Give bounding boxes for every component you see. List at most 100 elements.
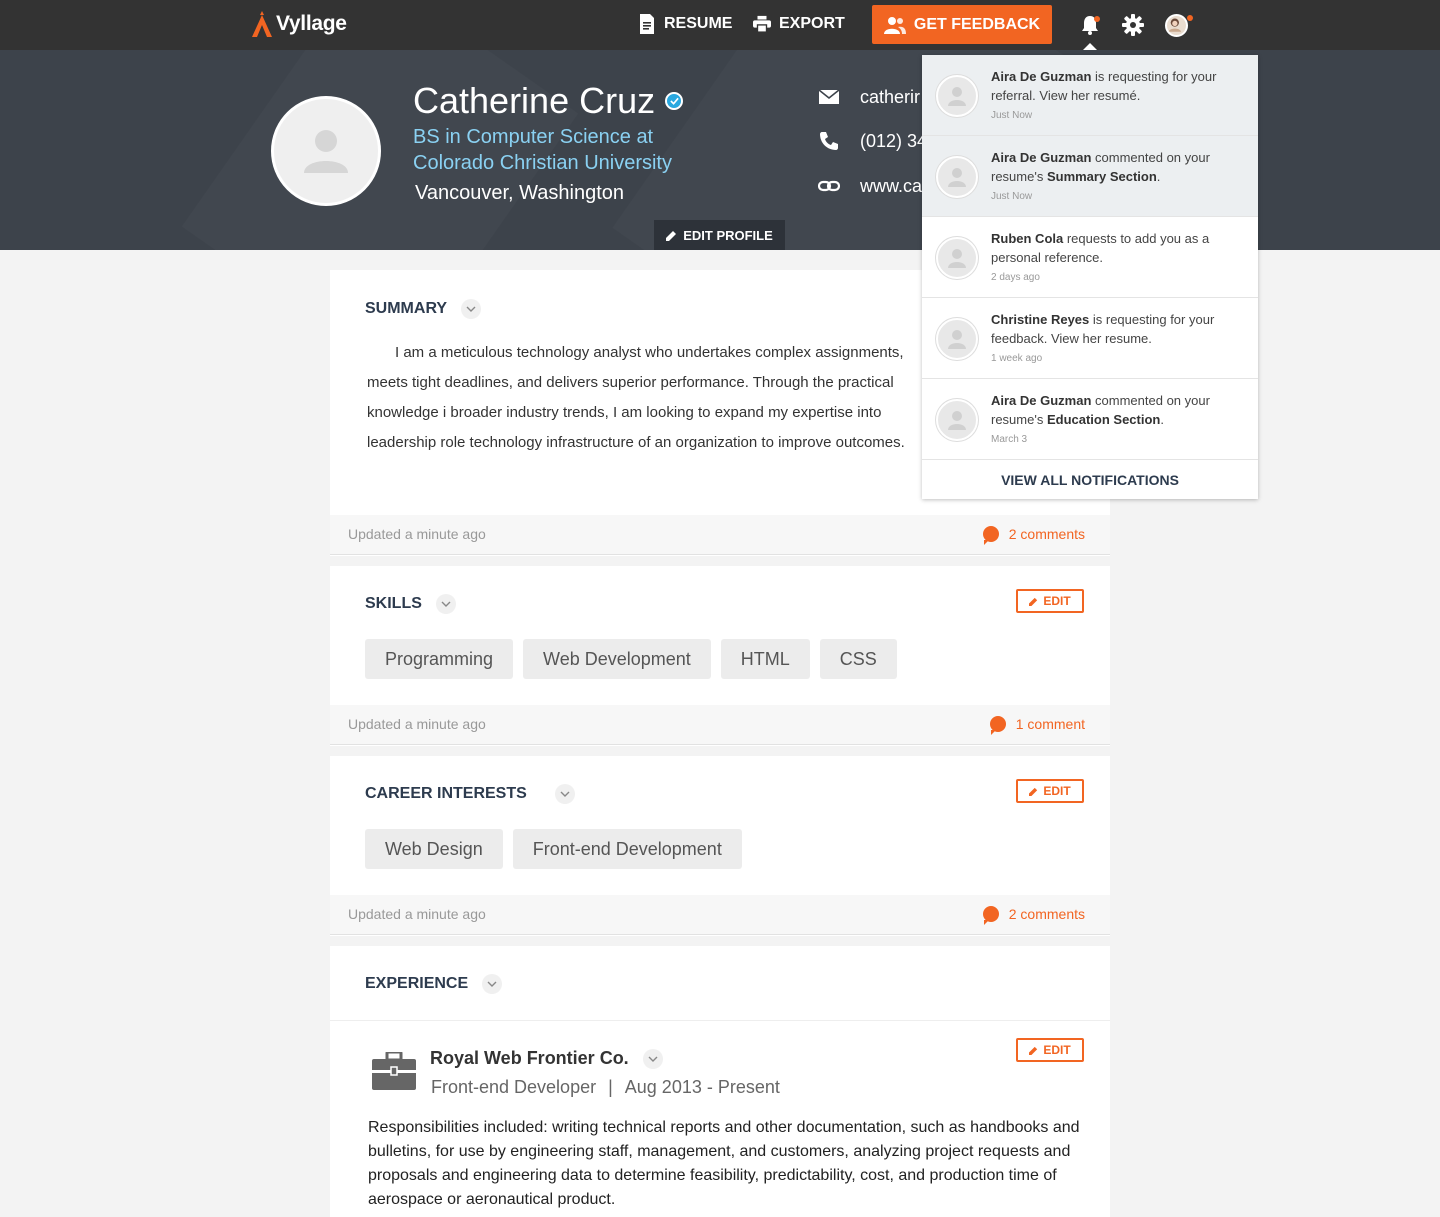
notification-avatar-icon	[936, 156, 978, 198]
experience-card: EXPERIENCE Royal Web Frontier Co. Front-…	[330, 946, 1110, 1217]
career-tag: Web Design	[365, 829, 503, 869]
view-all-notifications-link[interactable]: VIEW ALL NOTIFICATIONS	[922, 460, 1258, 499]
career-edit-label: EDIT	[1043, 784, 1071, 798]
notification-avatar-icon	[936, 399, 978, 441]
notification-item[interactable]: Christine Reyes is requesting for your f…	[922, 298, 1258, 379]
skills-footer: Updated a minute ago 1 comment	[330, 705, 1110, 745]
experience-role-row: Front-end Developer | Aug 2013 - Present	[431, 1077, 780, 1098]
career-title: CAREER INTERESTS	[365, 785, 527, 802]
chevron-down-icon	[487, 981, 497, 987]
resume-label: RESUME	[664, 15, 733, 32]
experience-edit-label: EDIT	[1043, 1043, 1071, 1057]
career-tags: Web Design Front-end Development	[365, 829, 742, 869]
chevron-down-icon	[441, 601, 451, 607]
experience-item-toggle[interactable]	[642, 1048, 663, 1069]
notification-item[interactable]: Ruben Cola requests to add you as a pers…	[922, 217, 1258, 298]
pencil-icon	[1029, 597, 1038, 606]
notification-message-end: .	[1156, 169, 1161, 184]
profile-avatar[interactable]	[271, 96, 381, 206]
contact-email[interactable]: catherir	[818, 86, 920, 108]
skills-comments-count: 1 comment	[1015, 716, 1085, 732]
link-icon	[818, 180, 840, 192]
summary-comments-count: 2 comments	[1008, 526, 1085, 542]
skill-tag: Web Development	[523, 639, 711, 679]
career-comments-link[interactable]: 2 comments	[982, 906, 1085, 925]
pencil-icon	[666, 230, 677, 241]
user-photo-icon	[1168, 18, 1182, 32]
career-edit-button[interactable]: EDIT	[1016, 779, 1084, 803]
notification-text: Ruben Cola requests to add you as a pers…	[991, 229, 1241, 267]
notifications-bell[interactable]	[1078, 13, 1102, 37]
notification-time: March 3	[991, 434, 1028, 445]
person-placeholder-icon	[304, 130, 348, 173]
contact-phone[interactable]: (012) 34	[818, 130, 927, 152]
experience-dates: Aug 2013 - Present	[624, 1077, 780, 1097]
document-icon	[640, 14, 654, 34]
comment-bubble-icon	[982, 906, 999, 925]
notification-text: Aira De Guzman commented on your resume'…	[991, 148, 1241, 186]
profile-name: Catherine Cruz	[413, 80, 656, 121]
export-link[interactable]: EXPORT	[753, 14, 845, 34]
summary-updated: Updated a minute ago	[348, 526, 486, 542]
skills-edit-button[interactable]: EDIT	[1016, 589, 1084, 613]
career-tag: Front-end Development	[512, 829, 742, 869]
contact-website[interactable]: www.ca	[818, 175, 922, 197]
skills-title: SKILLS	[365, 595, 422, 612]
notification-dot	[1094, 16, 1100, 22]
get-feedback-label: GET FEEDBACK	[913, 15, 1041, 33]
career-title-row: CAREER INTERESTS	[365, 784, 575, 804]
logo-icon	[252, 11, 272, 37]
experience-edit-button[interactable]: EDIT	[1016, 1038, 1084, 1062]
skill-tag: CSS	[819, 639, 897, 679]
pencil-icon	[1029, 1046, 1038, 1055]
avatar-status-dot	[1187, 15, 1193, 21]
experience-description: Responsibilities included: writing techn…	[368, 1119, 1080, 1208]
user-avatar[interactable]	[1165, 14, 1188, 37]
summary-footer: Updated a minute ago 2 comments	[330, 515, 1110, 555]
email-text: catherir	[860, 86, 921, 107]
notification-sender: Aira De Guzman	[991, 150, 1092, 165]
skill-tag: HTML	[720, 639, 810, 679]
profile-location: Vancouver, Washington	[415, 182, 625, 204]
skills-comments-link[interactable]: 1 comment	[989, 716, 1085, 735]
notification-item[interactable]: Aira De Guzman is requesting for your re…	[922, 55, 1258, 136]
notification-item[interactable]: Aira De Guzman commented on your resume'…	[922, 136, 1258, 217]
skills-collapse-toggle[interactable]	[435, 594, 456, 614]
chevron-down-icon	[648, 1056, 658, 1062]
edit-profile-button[interactable]: EDIT PROFILE	[654, 220, 785, 250]
career-interests-card: CAREER INTERESTS EDIT Web Design Front-e…	[330, 756, 1110, 936]
experience-title: EXPERIENCE	[365, 975, 469, 992]
notification-sender: Aira De Guzman	[991, 69, 1092, 84]
career-comments-count: 2 comments	[1008, 906, 1085, 922]
notification-avatar-icon	[936, 75, 978, 117]
get-feedback-button[interactable]: GET FEEDBACK	[872, 5, 1052, 44]
notifications-list: Aira De Guzman is requesting for your re…	[922, 55, 1258, 460]
notification-item[interactable]: Aira De Guzman commented on your resume'…	[922, 379, 1258, 460]
notification-text: Christine Reyes is requesting for your f…	[991, 310, 1241, 348]
notifications-dropdown: Aira De Guzman is requesting for your re…	[922, 55, 1258, 499]
summary-comments-link[interactable]: 2 comments	[982, 526, 1085, 545]
experience-company-row: Royal Web Frontier Co.	[430, 1048, 663, 1069]
logo[interactable]: Vyllage	[250, 11, 347, 37]
experience-role: Front-end Developer	[431, 1077, 597, 1097]
chevron-down-icon	[560, 791, 570, 797]
career-footer: Updated a minute ago 2 comments	[330, 895, 1110, 935]
resume-link[interactable]: RESUME	[638, 14, 732, 34]
notification-section: Summary Section	[1046, 169, 1157, 184]
notification-text: Aira De Guzman commented on your resume'…	[991, 391, 1241, 429]
summary-collapse-toggle[interactable]	[461, 299, 482, 319]
career-updated: Updated a minute ago	[348, 906, 486, 922]
experience-collapse-toggle[interactable]	[482, 974, 503, 994]
notification-avatar-icon	[936, 237, 978, 279]
notification-sender: Aira De Guzman	[991, 393, 1092, 408]
comment-bubble-icon	[982, 526, 999, 545]
users-icon	[883, 16, 906, 34]
notification-text: Aira De Guzman is requesting for your re…	[991, 67, 1241, 105]
summary-title: SUMMARY	[365, 300, 448, 317]
envelope-icon	[818, 89, 840, 104]
profile-degree: BS in Computer Science at Colorado Chris…	[413, 126, 672, 174]
divider	[330, 1020, 1110, 1021]
career-collapse-toggle[interactable]	[554, 784, 575, 804]
settings-button[interactable]	[1121, 13, 1145, 37]
website-text: www.ca	[860, 175, 923, 196]
